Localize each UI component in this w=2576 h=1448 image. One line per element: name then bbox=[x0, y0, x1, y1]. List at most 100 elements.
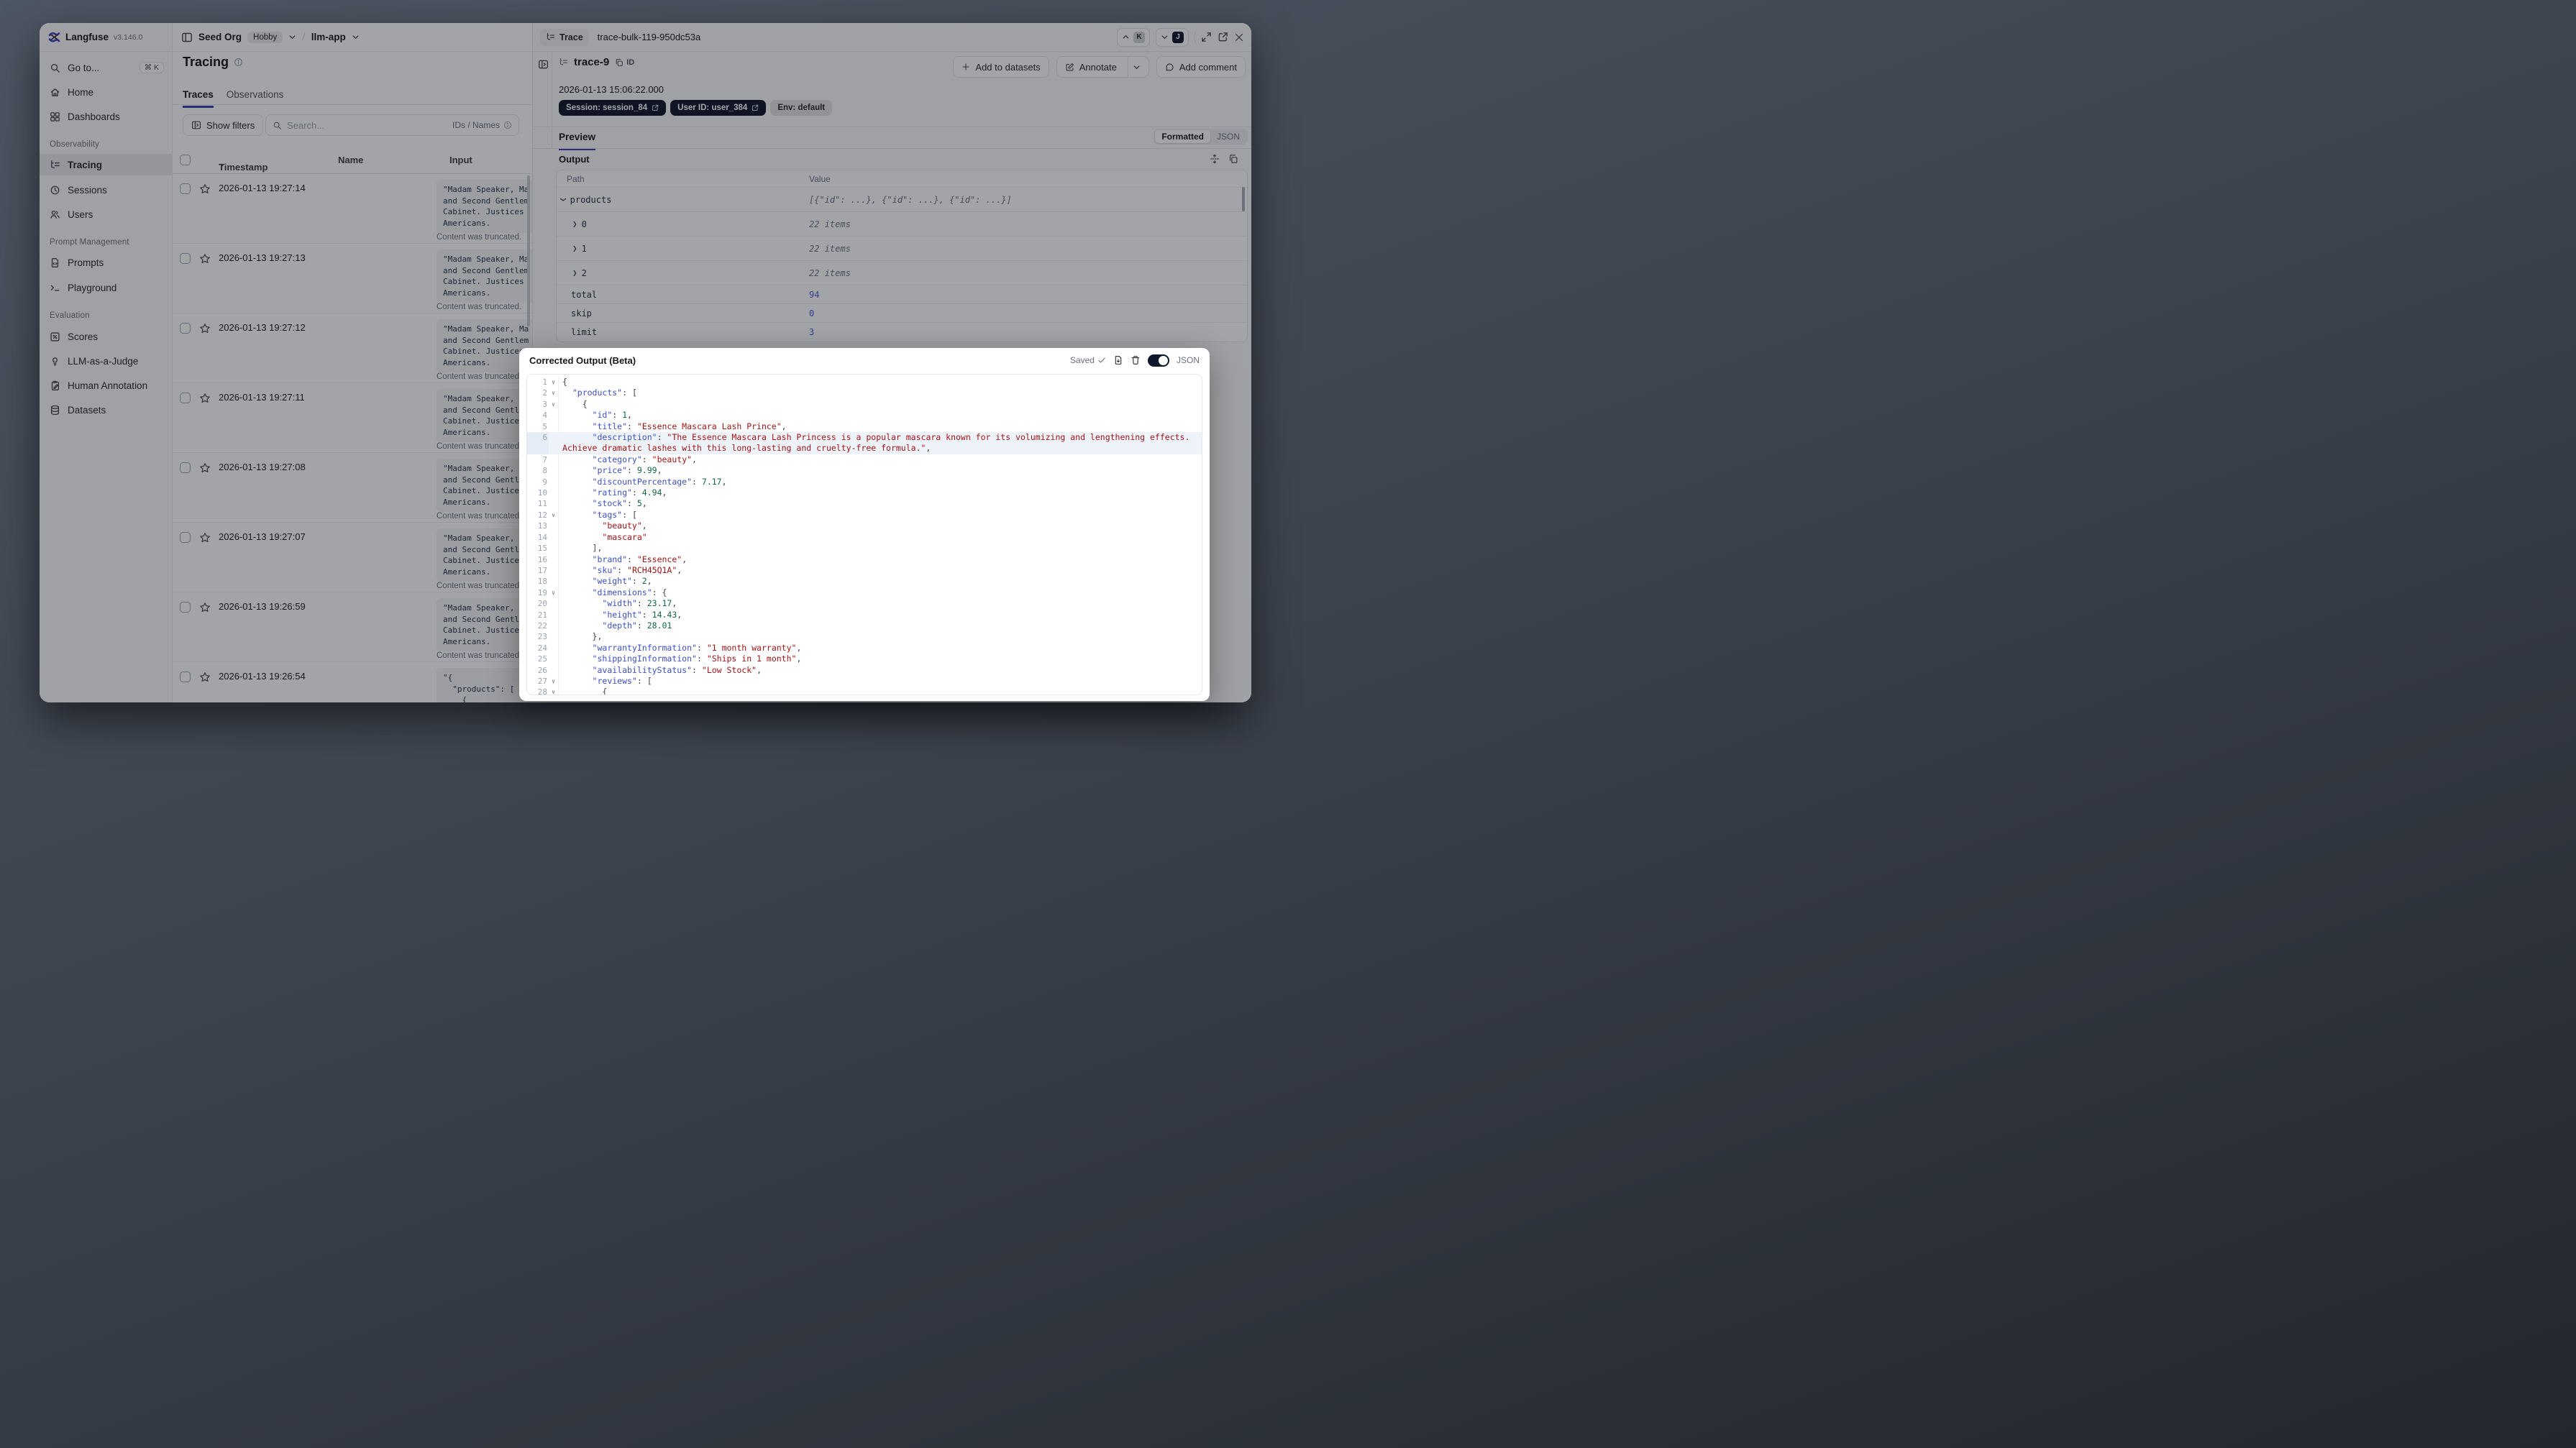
fold-caret-icon[interactable]: ∨ bbox=[549, 587, 559, 599]
column-input[interactable]: Input bbox=[449, 155, 472, 165]
add-to-datasets-button[interactable]: Add to datasets bbox=[953, 56, 1049, 78]
open-in-new-icon[interactable] bbox=[1218, 32, 1228, 42]
fold-caret-icon[interactable]: ∨ bbox=[549, 687, 559, 695]
sidebar-item-playground[interactable]: Playground bbox=[40, 277, 173, 298]
user-badge[interactable]: User ID: user_384 bbox=[670, 100, 767, 116]
sidebar-item-tracing[interactable]: Tracing bbox=[40, 154, 173, 175]
copy-id-button[interactable]: ID bbox=[615, 58, 634, 67]
bookmark-star-icon[interactable] bbox=[199, 253, 211, 268]
caret-right-icon[interactable]: ❯ bbox=[572, 244, 577, 252]
trash-icon[interactable] bbox=[1131, 355, 1141, 365]
sidebar-item-sessions[interactable]: Sessions bbox=[40, 179, 173, 201]
percent-square-icon bbox=[50, 331, 60, 342]
project-name[interactable]: llm-app bbox=[311, 32, 346, 42]
output-row-2[interactable]: ❯ 2 22 items bbox=[557, 261, 1247, 285]
show-filters-button[interactable]: Show filters bbox=[183, 114, 264, 136]
bookmark-star-icon[interactable] bbox=[199, 532, 211, 547]
json-toggle[interactable] bbox=[1147, 354, 1169, 367]
sidebar-item-human-annotation[interactable]: Human Annotation bbox=[40, 375, 173, 396]
session-badge[interactable]: Session: session_84 bbox=[559, 100, 667, 116]
sidebar-item-home[interactable]: Home bbox=[40, 81, 173, 103]
row-checkbox[interactable] bbox=[180, 253, 191, 264]
output-row-products[interactable]: ❯ products [{"id": ...}, {"id": ...}, {"id… bbox=[557, 188, 1247, 212]
code-line-21: 21 "height": 14.43, bbox=[527, 609, 1202, 620]
select-all-checkbox[interactable] bbox=[180, 155, 191, 165]
caret-down-icon[interactable]: ❯ bbox=[559, 197, 568, 202]
format-formatted[interactable]: Formatted bbox=[1155, 130, 1210, 143]
bookmark-star-icon[interactable] bbox=[199, 672, 211, 687]
table-row[interactable]: 2026-01-13 19:27:13 "Madam Speaker, Ma an… bbox=[173, 244, 532, 313]
bookmark-star-icon[interactable] bbox=[199, 462, 211, 477]
column-name[interactable]: Name bbox=[338, 155, 363, 165]
info-icon[interactable] bbox=[234, 58, 243, 67]
search-input[interactable]: Search... IDs / Names bbox=[265, 114, 519, 136]
panel-expand-icon[interactable] bbox=[538, 59, 549, 70]
annotate-menu-chevron[interactable] bbox=[1127, 57, 1141, 77]
output-row-0[interactable]: ❯ 0 22 items bbox=[557, 212, 1247, 237]
sidebar-item-prompts[interactable]: Prompts bbox=[40, 252, 173, 273]
sidebar-item-llm-as-a-judge[interactable]: LLM-as-a-Judge bbox=[40, 350, 173, 372]
chevron-down-icon[interactable] bbox=[288, 33, 296, 41]
bookmark-star-icon[interactable] bbox=[199, 183, 211, 198]
bookmark-star-icon[interactable] bbox=[199, 323, 211, 338]
close-icon[interactable] bbox=[1234, 32, 1244, 42]
row-checkbox[interactable] bbox=[180, 672, 191, 682]
table-row[interactable]: 2026-01-13 19:27:08 "Madam Speaker, Ma an… bbox=[173, 453, 532, 523]
fold-caret-icon[interactable]: ∨ bbox=[549, 398, 559, 411]
list-scrollbar-thumb[interactable] bbox=[527, 175, 530, 326]
expand-icon[interactable] bbox=[1201, 32, 1212, 42]
tab-observations[interactable]: Observations bbox=[227, 89, 284, 108]
table-row[interactable]: 2026-01-13 19:26:54 "{ "products": [ { bbox=[173, 662, 532, 702]
sidebar-goto[interactable]: Go to... ⌘ K bbox=[40, 57, 173, 78]
breadcrumb-type-chip[interactable]: Trace bbox=[540, 28, 589, 46]
panel-scrollbar-thumb[interactable] bbox=[1242, 187, 1245, 211]
table-row[interactable]: 2026-01-13 19:26:59 "Madam Speaker, Ma an… bbox=[173, 592, 532, 662]
fold-gutter bbox=[549, 521, 559, 532]
sidebar-item-users[interactable]: Users bbox=[40, 203, 173, 225]
search-mode-selector[interactable]: IDs / Names bbox=[452, 120, 512, 130]
table-row[interactable]: 2026-01-13 19:27:11 "Madam Speaker, Ma an… bbox=[173, 383, 532, 453]
annotate-button[interactable]: Annotate bbox=[1056, 56, 1149, 78]
output-value: 22 items bbox=[809, 219, 851, 229]
fold-caret-icon[interactable]: ∨ bbox=[549, 675, 559, 687]
fold-caret-icon[interactable]: ∨ bbox=[549, 377, 559, 388]
table-row[interactable]: 2026-01-13 19:27:12 "Madam Speaker, Ma an… bbox=[173, 313, 532, 383]
row-checkbox[interactable] bbox=[180, 323, 191, 334]
fold-caret-icon[interactable]: ∨ bbox=[549, 509, 559, 521]
code-line-13: 13 "beauty", bbox=[527, 521, 1202, 532]
output-row-1[interactable]: ❯ 1 22 items bbox=[557, 237, 1247, 261]
bookmark-star-icon[interactable] bbox=[199, 602, 211, 617]
tab-traces[interactable]: Traces bbox=[183, 89, 214, 108]
table-row[interactable]: 2026-01-13 19:27:14 "Madam Speaker, Ma an… bbox=[173, 174, 532, 244]
unfold-vertical-icon[interactable] bbox=[1210, 154, 1220, 164]
export-file-icon[interactable] bbox=[1113, 355, 1123, 365]
fold-caret-icon[interactable]: ∨ bbox=[549, 388, 559, 399]
sidebar-toggle-icon[interactable] bbox=[181, 32, 193, 43]
bookmark-star-icon[interactable] bbox=[199, 393, 211, 408]
table-row[interactable]: 2026-01-13 19:27:07 "Madam Speaker, Ma an… bbox=[173, 523, 532, 592]
format-json[interactable]: JSON bbox=[1210, 130, 1246, 143]
nav-down-button[interactable]: J bbox=[1156, 27, 1189, 47]
line-number: 24 bbox=[537, 643, 547, 653]
chevron-down-icon[interactable] bbox=[352, 33, 360, 41]
row-checkbox[interactable] bbox=[180, 462, 191, 473]
fold-gutter bbox=[549, 609, 559, 620]
nav-up-button[interactable]: K bbox=[1117, 27, 1150, 47]
row-timestamp: 2026-01-13 19:27:14 bbox=[219, 183, 306, 193]
fold-gutter bbox=[549, 531, 559, 544]
json-editor[interactable]: 1 ∨{2 ∨ "products": [3 ∨ {4 "id": 1, 5 "titl… bbox=[526, 374, 1202, 695]
caret-right-icon[interactable]: ❯ bbox=[572, 269, 577, 277]
code-line-22: 22 "depth": 28.01 bbox=[527, 620, 1202, 632]
row-checkbox[interactable] bbox=[180, 532, 191, 543]
caret-right-icon[interactable]: ❯ bbox=[572, 220, 577, 228]
sidebar-item-label: Users bbox=[68, 209, 93, 220]
sidebar-item-datasets[interactable]: Datasets bbox=[40, 399, 173, 421]
row-checkbox[interactable] bbox=[180, 602, 191, 613]
sidebar-item-dashboards[interactable]: Dashboards bbox=[40, 106, 173, 127]
copy-icon[interactable] bbox=[1228, 154, 1238, 164]
add-comment-button[interactable]: Add comment bbox=[1156, 56, 1246, 78]
row-checkbox[interactable] bbox=[180, 393, 191, 403]
org-name[interactable]: Seed Org bbox=[198, 32, 242, 42]
row-checkbox[interactable] bbox=[180, 183, 191, 194]
sidebar-item-scores[interactable]: Scores bbox=[40, 326, 173, 347]
